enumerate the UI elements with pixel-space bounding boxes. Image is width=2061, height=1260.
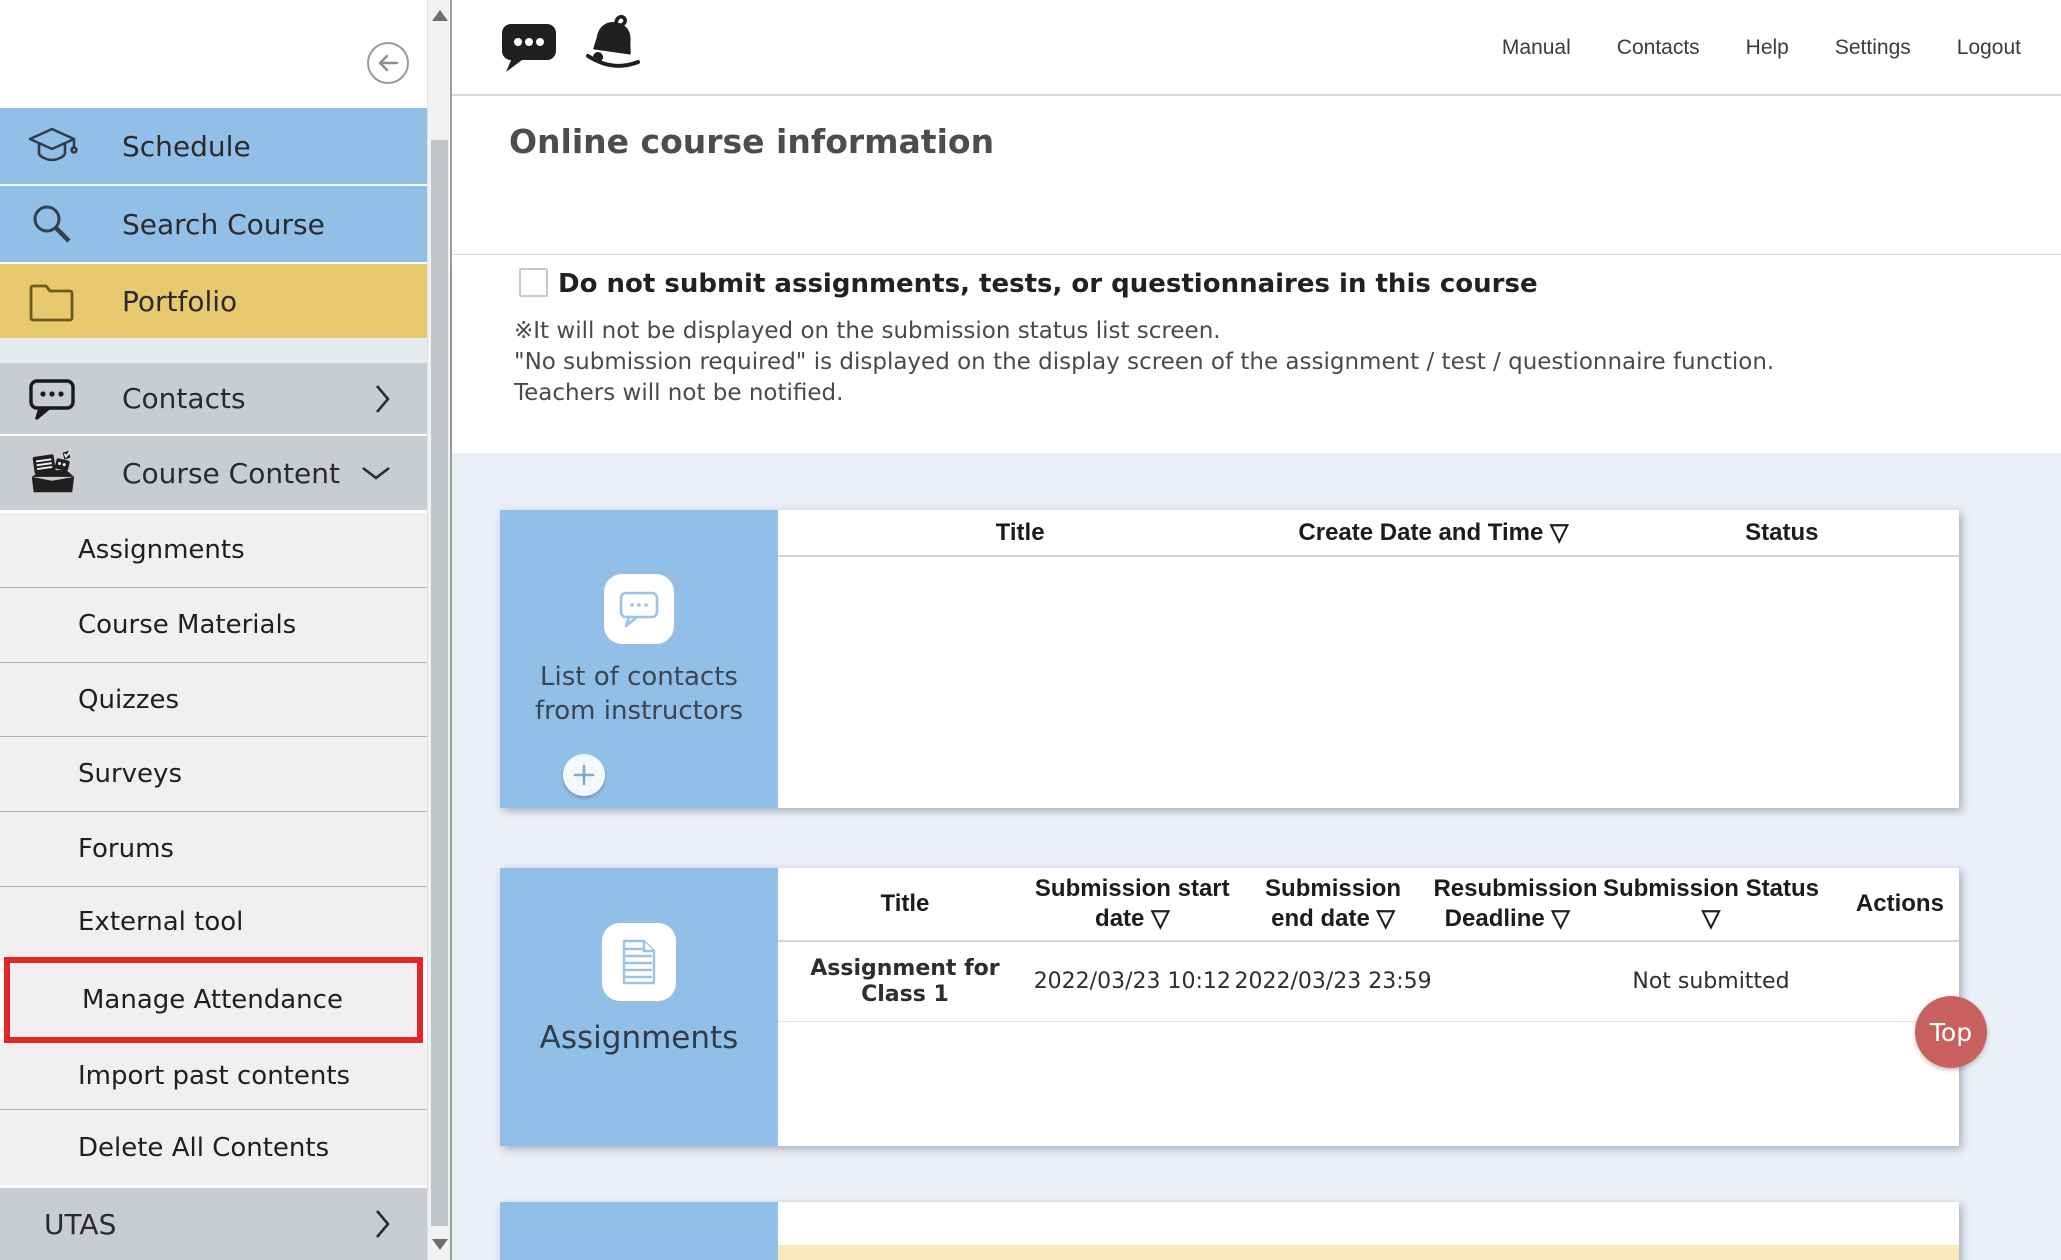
sidebar-item-forums[interactable]: Forums <box>0 812 427 887</box>
note-line: ※It will not be displayed on the submiss… <box>514 318 1221 344</box>
sidebar-item-portfolio[interactable]: Portfolio <box>0 264 427 338</box>
submission-end-cell: 2022/03/23 23:59 <box>1233 969 1434 994</box>
sidebar-collapse-button[interactable] <box>367 42 409 84</box>
sidebar-item-manage-attendance[interactable]: Manage Attendance <box>4 957 423 1043</box>
sidebar-item-course-content[interactable]: Course Content <box>0 436 427 510</box>
sidebar-item-label: Contacts <box>122 382 246 415</box>
nav-settings[interactable]: Settings <box>1835 36 1911 60</box>
submission-status-cell: Not submitted <box>1581 969 1841 994</box>
graduation-cap-icon <box>26 120 78 172</box>
sidebar-item-assignments[interactable]: Assignments <box>0 513 427 588</box>
next-panel <box>500 1202 1959 1260</box>
sidebar-spacer <box>0 338 427 363</box>
submission-start-cell: 2022/03/23 10:12 <box>1032 969 1233 994</box>
page-header: Online course information <box>452 98 2061 254</box>
sidebar-item-label: Course Content <box>122 457 340 490</box>
assignments-table: Title Submission startdate ▽ Submissione… <box>778 868 1959 1146</box>
sidebar-item-contacts[interactable]: Contacts <box>0 363 427 434</box>
sidebar-item-schedule[interactable]: Schedule <box>0 108 427 184</box>
column-header-submission-start[interactable]: Submission startdate ▽ <box>1032 874 1233 934</box>
highlighted-row <box>778 1245 1959 1260</box>
bell-icon[interactable] <box>580 14 646 76</box>
nav-contacts[interactable]: Contacts <box>1617 36 1700 60</box>
topbar: Manual Contacts Help Settings Logout <box>452 0 2061 96</box>
table-header-row: Title Submission startdate ▽ Submissione… <box>778 868 1959 942</box>
chat-bubble-icon <box>604 574 674 644</box>
empty-table-body <box>778 1022 1959 1146</box>
sidebar-item-label: Schedule <box>122 130 251 163</box>
folder-icon <box>26 275 78 327</box>
chevron-down-icon <box>361 466 391 480</box>
assignment-title-cell: Assignment for Class 1 <box>778 956 1032 1008</box>
table-row: Assignment for Class 1 2022/03/23 10:12 … <box>778 942 1959 1022</box>
panel-label: Assignments <box>504 1020 774 1056</box>
assignments-panel-side: Assignments <box>500 868 778 1146</box>
sidebar-item-quizzes[interactable]: Quizzes <box>0 663 427 737</box>
course-info-panel: Do not submit assignments, tests, or que… <box>452 255 2061 453</box>
contacts-panel: List of contacts from instructors Title … <box>500 510 1959 808</box>
contacts-panel-side: List of contacts from instructors <box>500 510 778 808</box>
page-title: Online course information <box>509 122 994 161</box>
nav-logout[interactable]: Logout <box>1957 36 2021 60</box>
empty-table-body <box>778 557 1959 808</box>
column-header-submission-end[interactable]: Submissionend date ▽ <box>1233 874 1434 934</box>
sidebar-item-label: Portfolio <box>122 285 237 318</box>
table-header-row <box>778 1202 1959 1245</box>
top-navigation: Manual Contacts Help Settings Logout <box>1502 0 2021 96</box>
sidebar-item-surveys[interactable]: Surveys <box>0 737 427 812</box>
sidebar-item-external-tool[interactable]: External tool <box>0 887 427 957</box>
assignments-panel: Assignments Title Submission startdate ▽… <box>500 868 1959 1146</box>
column-header-actions: Actions <box>1841 889 1959 919</box>
scroll-to-top-button[interactable]: Top <box>1915 996 1987 1068</box>
column-header-resubmission-deadline[interactable]: ResubmissionDeadline ▽ <box>1433 874 1581 934</box>
lms-app: Schedule Search Course Portfolio <box>0 0 2061 1260</box>
contacts-table: Title Create Date and Time ▽ Status <box>778 510 1959 808</box>
chevron-right-icon <box>375 1209 391 1239</box>
sidebar-item-label: Search Course <box>122 208 325 241</box>
course-content-box-icon <box>26 447 78 499</box>
nav-manual[interactable]: Manual <box>1502 36 1571 60</box>
nav-help[interactable]: Help <box>1746 36 1789 60</box>
sidebar-item-utas[interactable]: UTAS <box>0 1188 427 1260</box>
add-contact-button[interactable] <box>563 754 605 796</box>
note-line: "No submission required" is displayed on… <box>514 349 1774 375</box>
back-arrow-icon <box>373 48 403 78</box>
next-panel-side <box>500 1202 778 1260</box>
column-header-submission-status[interactable]: Submission Status▽ <box>1581 874 1841 934</box>
sidebar-header <box>0 0 427 108</box>
sidebar-item-course-materials[interactable]: Course Materials <box>0 588 427 663</box>
chat-icon[interactable] <box>496 16 558 74</box>
table-header-row: Title Create Date and Time ▽ Status <box>778 510 1959 557</box>
column-header-create-date[interactable]: Create Date and Time ▽ <box>1262 518 1604 548</box>
chevron-right-icon <box>375 384 391 414</box>
column-header-title: Title <box>778 889 1032 919</box>
sidebar: Schedule Search Course Portfolio <box>0 0 427 1260</box>
chat-bubble-icon <box>26 373 78 425</box>
panel-label: List of contacts from instructors <box>514 660 764 728</box>
plus-icon <box>571 762 597 788</box>
sidebar-item-import-past-contents[interactable]: Import past contents <box>0 1043 427 1110</box>
next-panel-table <box>778 1202 1959 1260</box>
checkbox-label: Do not submit assignments, tests, or que… <box>558 269 1538 299</box>
column-header-title: Title <box>778 518 1262 548</box>
search-icon <box>26 198 78 250</box>
sidebar-scrollbar[interactable] <box>427 0 450 1260</box>
column-header-status: Status <box>1605 518 1959 548</box>
sidebar-item-delete-all-contents[interactable]: Delete All Contents <box>0 1110 427 1185</box>
sidebar-item-search-course[interactable]: Search Course <box>0 186 427 262</box>
scroll-down-icon[interactable] <box>432 1239 448 1250</box>
note-line: Teachers will not be notified. <box>514 380 843 406</box>
scrollbar-thumb[interactable] <box>431 140 448 1226</box>
scroll-up-icon[interactable] <box>432 10 448 21</box>
main-content: Manual Contacts Help Settings Logout Onl… <box>450 0 2061 1260</box>
no-submission-checkbox[interactable] <box>519 268 548 297</box>
document-icon <box>602 923 676 1001</box>
